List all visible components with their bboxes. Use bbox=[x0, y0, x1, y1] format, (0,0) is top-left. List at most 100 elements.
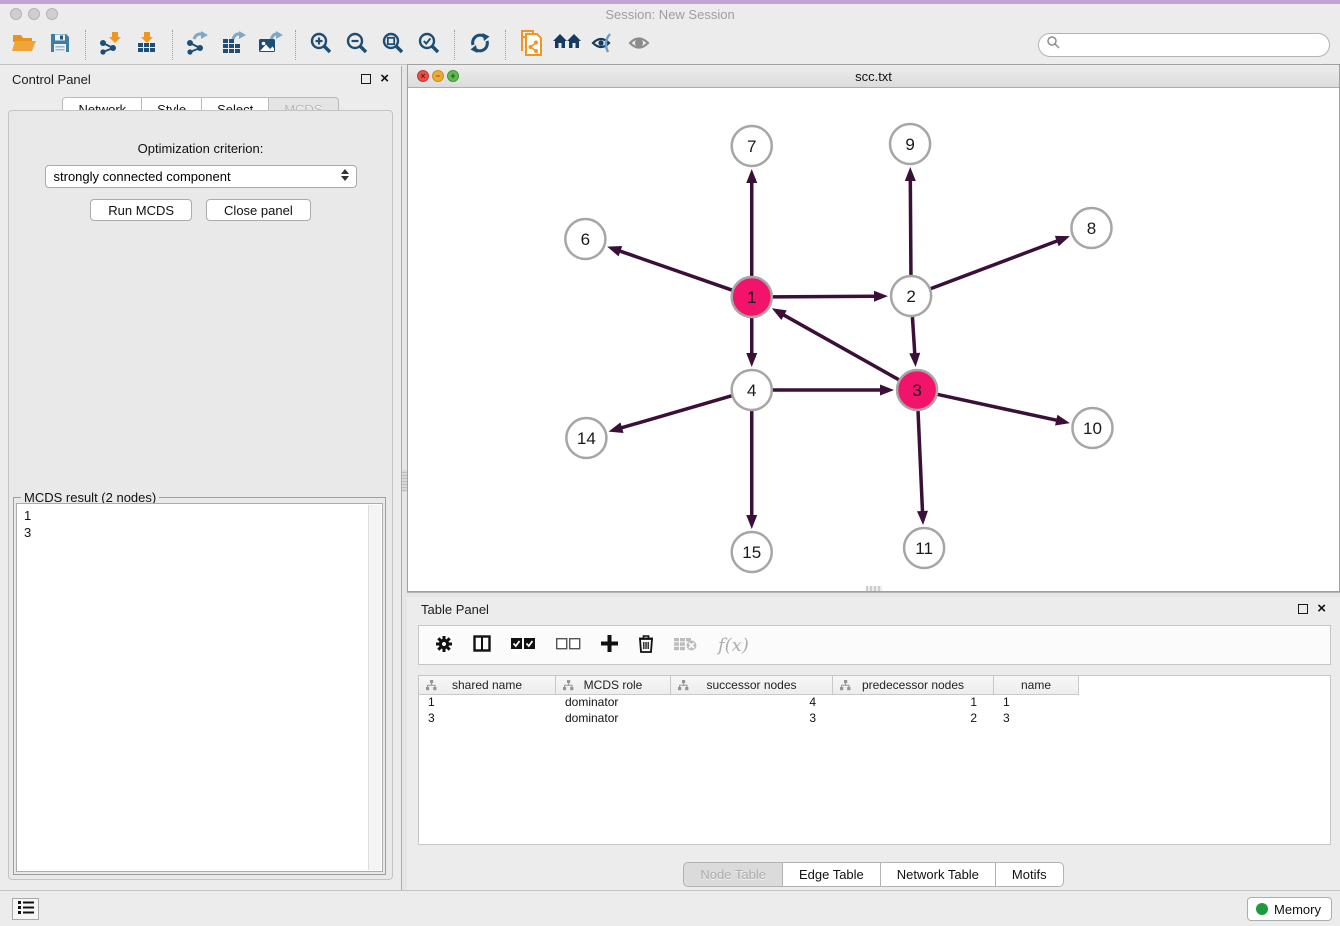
select-all-button[interactable] bbox=[511, 630, 536, 660]
close-panel-icon[interactable]: × bbox=[380, 74, 389, 84]
control-panel-title: Control Panel bbox=[12, 72, 91, 87]
apply-layout-button[interactable] bbox=[462, 28, 498, 62]
column-header-shared-name[interactable]: shared name bbox=[419, 676, 556, 695]
table-row[interactable]: 3dominator323 bbox=[419, 711, 1330, 727]
node-label: 8 bbox=[1087, 219, 1096, 238]
session-title: Session: New Session bbox=[0, 7, 1340, 22]
open-session-button[interactable] bbox=[6, 28, 42, 62]
tab-node-table[interactable]: Node Table bbox=[683, 862, 783, 887]
export-table-button[interactable] bbox=[216, 28, 252, 62]
open-folder-icon bbox=[11, 32, 38, 57]
edge-arrowhead bbox=[772, 308, 787, 320]
delete-column-button[interactable] bbox=[638, 630, 654, 660]
node-label: 1 bbox=[747, 288, 756, 307]
table-cell[interactable]: 1 bbox=[419, 695, 556, 711]
graph-edge-2-3[interactable] bbox=[912, 317, 914, 355]
table-cell[interactable]: 3 bbox=[994, 711, 1079, 727]
export-network-icon bbox=[186, 31, 210, 58]
network-graph[interactable]: 7968124314101511 bbox=[408, 88, 1339, 591]
column-label: predecessor nodes bbox=[862, 678, 964, 692]
select-stepper-icon bbox=[341, 169, 349, 181]
search-field[interactable] bbox=[1038, 33, 1330, 57]
column-header-predecessor-nodes[interactable]: predecessor nodes bbox=[833, 676, 994, 695]
import-network-button[interactable] bbox=[93, 28, 129, 62]
table-cell[interactable]: dominator bbox=[556, 711, 671, 727]
edge-arrowhead bbox=[880, 385, 894, 396]
hide-selected-button[interactable] bbox=[585, 28, 621, 62]
toolbar-separator bbox=[295, 30, 296, 60]
new-network-from-selection-button[interactable] bbox=[513, 28, 549, 62]
table-cell[interactable]: dominator bbox=[556, 695, 671, 711]
export-image-button[interactable] bbox=[252, 28, 288, 62]
show-all-button[interactable] bbox=[621, 28, 657, 62]
float-panel-icon[interactable] bbox=[361, 74, 371, 84]
delete-table-button[interactable] bbox=[674, 630, 698, 660]
graph-edge-3-11[interactable] bbox=[918, 411, 923, 513]
result-scrollbar[interactable] bbox=[368, 505, 381, 870]
column-header-mcds-role[interactable]: MCDS role bbox=[556, 676, 671, 695]
zoom-in-icon bbox=[309, 31, 333, 58]
first-neighbors-button[interactable] bbox=[549, 28, 585, 62]
graph-edge-4-14[interactable] bbox=[620, 396, 731, 428]
tab-network-table[interactable]: Network Table bbox=[880, 862, 996, 887]
table-cell[interactable]: 3 bbox=[671, 711, 833, 727]
memory-button[interactable]: Memory bbox=[1247, 897, 1332, 921]
float-table-panel-icon[interactable] bbox=[1298, 604, 1308, 614]
node-label: 4 bbox=[747, 381, 756, 400]
edge-arrowhead bbox=[1055, 415, 1070, 426]
network-canvas[interactable]: 7968124314101511 bbox=[408, 88, 1339, 591]
graph-edge-1-2[interactable] bbox=[773, 296, 876, 297]
mcds-result-textarea[interactable]: 13 bbox=[16, 503, 383, 872]
edge-arrowhead bbox=[746, 169, 757, 183]
task-history-button[interactable] bbox=[12, 898, 39, 920]
table-panel-title: Table Panel bbox=[421, 602, 489, 617]
show-column-button[interactable] bbox=[473, 630, 491, 660]
table-cell[interactable]: 3 bbox=[419, 711, 556, 727]
zoom-in-button[interactable] bbox=[303, 28, 339, 62]
toolbar-separator bbox=[454, 30, 455, 60]
node-table: shared name MCDS role successor nodes pr… bbox=[418, 675, 1331, 845]
tab-edge-table[interactable]: Edge Table bbox=[782, 862, 881, 887]
canvas-resize-grip[interactable] bbox=[866, 586, 882, 591]
function-builder-button[interactable]: f(x) bbox=[718, 630, 749, 660]
tab-motifs[interactable]: Motifs bbox=[995, 862, 1064, 887]
zoom-out-button[interactable] bbox=[339, 28, 375, 62]
criterion-select[interactable]: strongly connected component bbox=[45, 165, 357, 188]
delete-table-icon bbox=[674, 636, 698, 654]
table-cell[interactable]: 2 bbox=[833, 711, 994, 727]
table-cell[interactable]: 1 bbox=[833, 695, 994, 711]
import-table-button[interactable] bbox=[129, 28, 165, 62]
network-view-window: × − + scc.txt 7968124314101511 bbox=[407, 64, 1340, 592]
table-header-row: shared name MCDS role successor nodes pr… bbox=[419, 676, 1330, 695]
graph-edge-3-1[interactable] bbox=[782, 314, 898, 380]
edge-arrowhead bbox=[746, 353, 757, 367]
zoom-selected-button[interactable] bbox=[411, 28, 447, 62]
run-mcds-button[interactable]: Run MCDS bbox=[90, 199, 192, 221]
memory-label: Memory bbox=[1274, 902, 1321, 917]
trash-icon bbox=[638, 634, 654, 656]
close-table-panel-icon[interactable]: × bbox=[1317, 604, 1326, 614]
graph-edge-2-9[interactable] bbox=[910, 179, 911, 275]
import-network-icon bbox=[99, 31, 123, 58]
column-header-name[interactable]: name bbox=[994, 676, 1079, 695]
table-cell[interactable]: 1 bbox=[994, 695, 1079, 711]
node-label: 2 bbox=[906, 287, 915, 306]
export-network-button[interactable] bbox=[180, 28, 216, 62]
save-session-button[interactable] bbox=[42, 28, 78, 62]
refresh-icon bbox=[468, 31, 492, 58]
close-panel-button[interactable]: Close panel bbox=[206, 199, 311, 221]
graph-edge-2-8[interactable] bbox=[931, 240, 1059, 288]
add-column-button[interactable] bbox=[601, 630, 618, 660]
tree-icon bbox=[426, 680, 437, 694]
network-window-title: scc.txt bbox=[408, 69, 1339, 84]
show-eye-icon bbox=[626, 32, 652, 57]
graph-edge-3-10[interactable] bbox=[938, 394, 1059, 420]
table-settings-button[interactable] bbox=[435, 630, 453, 660]
graph-edge-1-6[interactable] bbox=[618, 251, 731, 291]
table-row[interactable]: 1dominator411 bbox=[419, 695, 1330, 711]
column-header-successor-nodes[interactable]: successor nodes bbox=[671, 676, 833, 695]
zoom-fit-button[interactable] bbox=[375, 28, 411, 62]
search-input[interactable] bbox=[1064, 35, 1329, 55]
deselect-all-button[interactable] bbox=[556, 630, 581, 660]
table-cell[interactable]: 4 bbox=[671, 695, 833, 711]
